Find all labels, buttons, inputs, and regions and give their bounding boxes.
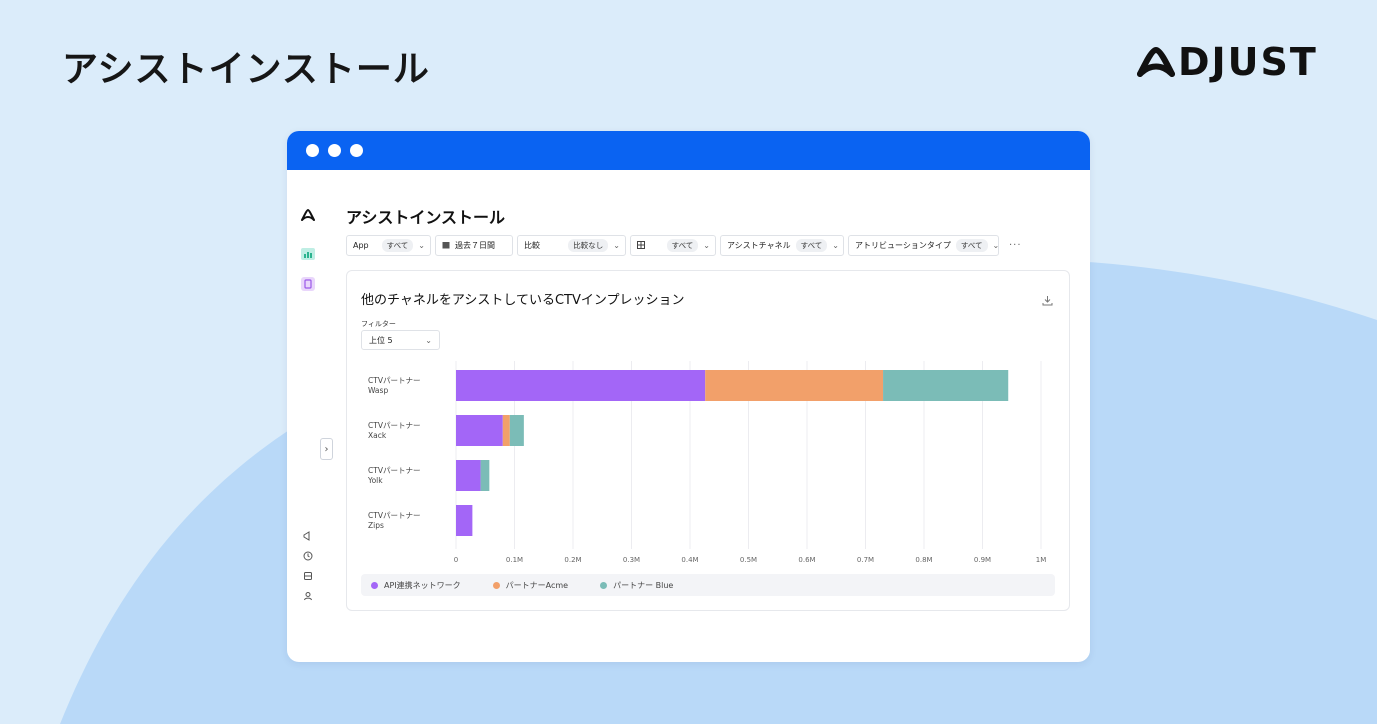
bar-segment[interactable]: [456, 370, 706, 401]
legend-label: パートナーAcme: [505, 580, 569, 590]
legend-item[interactable]: API連携ネットワーク: [371, 580, 461, 591]
chart-legend: API連携ネットワーク パートナーAcme パートナー Blue: [361, 574, 1055, 596]
x-tick-label: 0.3M: [623, 556, 640, 564]
chevron-down-icon: ⌄: [703, 241, 710, 250]
legend-item[interactable]: パートナーAcme: [492, 580, 569, 591]
x-tick-label: 0.7M: [857, 556, 874, 564]
x-tick-label: 0.9M: [974, 556, 991, 564]
x-tick-label: 0.8M: [915, 556, 932, 564]
legend-label: パートナー Blue: [613, 580, 674, 590]
window-dot-2: [328, 144, 341, 157]
grid-icon: [637, 240, 645, 251]
y-category-label: CTVパートナー: [368, 421, 420, 430]
top-n-select[interactable]: 上位 5 ⌄: [361, 330, 440, 350]
chevron-down-icon: ⌄: [425, 335, 432, 345]
top-n-select-value: 上位 5: [369, 335, 393, 345]
download-icon[interactable]: [1042, 291, 1053, 310]
y-category-label: CTVパートナー: [368, 466, 420, 475]
filter-app-label: App: [353, 241, 369, 250]
x-tick-label: 0.2M: [564, 556, 581, 564]
sidebar-expand-button[interactable]: ›: [320, 438, 333, 460]
bar-segment[interactable]: [456, 415, 503, 446]
legend-label: API連携ネットワーク: [384, 580, 461, 590]
filter-date-label: 過去７日間: [455, 241, 495, 250]
window-dot-3: [350, 144, 363, 157]
y-category-label: CTVパートナー: [368, 376, 420, 385]
filter-compare-label: 比較: [524, 241, 540, 250]
filter-bar: App すべて ⌄ 過去７日間 比較 比較なし ⌄ すべて ⌄ アシストチャネル…: [346, 235, 1022, 256]
clock-icon[interactable]: [299, 547, 317, 565]
bar-segment[interactable]: [509, 415, 524, 446]
x-tick-label: 0.5M: [740, 556, 757, 564]
megaphone-icon[interactable]: [299, 527, 317, 545]
y-category-label: Yolk: [367, 476, 383, 485]
stacked-bar-chart: 0 0.1M 0.2M 0.3M 0.4M 0.5M 0.6M 0.7M 0.8M 0.9M 1M C…: [367, 361, 1047, 564]
app-window: › アシストインストール App すべて ⌄ 過去７日間 比較 比較なし ⌄ す…: [287, 131, 1090, 662]
filter-attribution-type-label: アトリビューションタイプ: [855, 241, 951, 250]
app-logo-icon[interactable]: [299, 206, 317, 224]
legend-swatch: [371, 581, 378, 589]
filter-label: フィルター: [361, 320, 396, 328]
user-icon[interactable]: [299, 587, 317, 605]
filter-compare-value: 比較なし: [568, 239, 609, 252]
filter-attribution-type[interactable]: アトリビューションタイプ すべて ⌄: [848, 235, 999, 256]
page-title: アシストインストール: [62, 49, 430, 90]
legend-item[interactable]: パートナー Blue: [600, 580, 673, 591]
filter-grid-value: すべて: [666, 239, 699, 252]
y-category-label: Xack: [368, 431, 387, 440]
chart-card: 他のチャネルをアシストしているCTVインプレッション フィルター 上位 5 ⌄ …: [346, 270, 1070, 611]
legend-swatch: [600, 581, 608, 589]
filter-compare[interactable]: 比較 比較なし ⌄: [517, 235, 626, 256]
chevron-down-icon: ⌄: [992, 241, 1000, 250]
filter-assist-channel-label: アシストチャネル: [727, 241, 791, 250]
x-tick-label: 1M: [1036, 556, 1047, 564]
filter-date[interactable]: 過去７日間: [435, 235, 513, 256]
calendar-icon: [442, 241, 450, 251]
filter-assist-channel-value: すべて: [795, 239, 828, 252]
bar-segment[interactable]: [456, 460, 481, 491]
more-options-icon[interactable]: ···: [1009, 240, 1022, 251]
window-dot-1: [306, 144, 319, 157]
x-tick-label: 0: [454, 556, 458, 564]
logo-text: DJUST: [1178, 40, 1318, 84]
bar-segment[interactable]: [502, 415, 510, 446]
y-category-label: CTVパートナー: [368, 511, 420, 520]
chevron-down-icon: ⌄: [832, 241, 839, 250]
chevron-down-icon: ⌄: [418, 241, 425, 250]
y-category-label: Wasp: [368, 386, 388, 395]
filter-assist-channel[interactable]: アシストチャネル すべて ⌄: [720, 235, 844, 256]
filter-grid[interactable]: すべて ⌄: [630, 235, 716, 256]
x-tick-label: 0.4M: [681, 556, 698, 564]
filter-app[interactable]: App すべて ⌄: [346, 235, 431, 256]
filter-app-value: すべて: [381, 239, 414, 252]
filter-attribution-type-value: すべて: [955, 239, 988, 252]
adjust-logo: DJUST: [1136, 40, 1318, 84]
chart-title: 他のチャネルをアシストしているCTVインプレッション: [361, 293, 685, 308]
analytics-icon[interactable]: [299, 245, 317, 263]
main-title: アシストインストール: [346, 208, 506, 227]
x-tick-label: 0.6M: [798, 556, 815, 564]
y-category-label: Zips: [368, 521, 384, 530]
window-titlebar: [287, 131, 1090, 170]
bar-segment[interactable]: [456, 505, 473, 536]
bar-segment[interactable]: [705, 370, 884, 401]
adjust-logo-mark-icon: [1137, 46, 1175, 77]
sidebar: ›: [287, 170, 333, 662]
legend-swatch: [492, 581, 500, 589]
box-icon[interactable]: [299, 567, 317, 585]
bar-segment[interactable]: [480, 460, 490, 491]
bar-segment[interactable]: [883, 370, 1009, 401]
chevron-down-icon: ⌄: [613, 241, 620, 250]
x-tick-label: 0.1M: [506, 556, 523, 564]
report-icon[interactable]: [299, 275, 317, 293]
